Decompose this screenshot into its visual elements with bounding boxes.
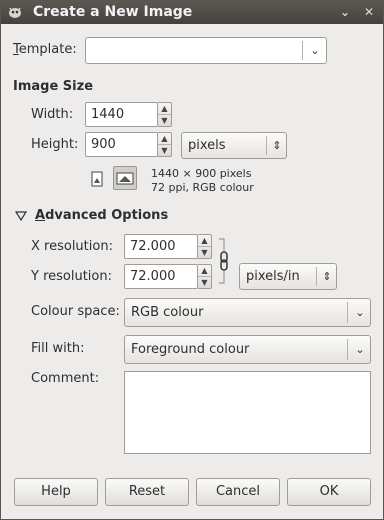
comment-label: Comment: xyxy=(31,371,100,386)
chevron-down-icon[interactable]: ⌄ xyxy=(350,336,370,363)
x-resolution-input[interactable] xyxy=(124,234,198,259)
fill-with-combo[interactable]: Foreground colour ⌄ xyxy=(124,335,371,364)
spin-up-icon[interactable]: ▲ xyxy=(158,133,171,145)
gimp-wilber-icon[interactable] xyxy=(7,5,23,19)
y-resolution-input[interactable] xyxy=(124,264,198,289)
template-combo[interactable]: ⌄ xyxy=(85,37,327,64)
spin-down-icon[interactable]: ▼ xyxy=(158,115,171,127)
spin-up-icon[interactable]: ▲ xyxy=(198,235,211,247)
template-label: Template: xyxy=(13,42,77,57)
y-resolution-label: Y resolution: xyxy=(31,269,112,284)
chevron-down-icon[interactable]: ⌄ xyxy=(337,4,353,20)
colour-space-combo[interactable]: RGB colour ⌄ xyxy=(124,298,371,327)
resolution-unit-combo[interactable]: pixels/in ⇕ xyxy=(239,263,337,290)
chevron-down-icon[interactable]: ⌄ xyxy=(305,38,325,63)
chain-link-button[interactable] xyxy=(217,237,231,285)
combo-separator xyxy=(302,41,303,60)
colour-space-label: Colour space: xyxy=(31,304,120,319)
advanced-options-heading: Advanced Options xyxy=(35,208,169,223)
reset-button[interactable]: Reset xyxy=(105,478,189,506)
updown-arrows-icon[interactable]: ⇕ xyxy=(317,264,337,289)
chain-link-icon xyxy=(219,238,228,284)
size-unit-value: pixels xyxy=(188,138,226,153)
resolution-unit-value: pixels/in xyxy=(246,269,300,284)
landscape-orientation-icon xyxy=(116,172,134,185)
spin-down-icon[interactable]: ▼ xyxy=(158,145,171,157)
image-size-heading: Image Size xyxy=(13,79,94,94)
help-button[interactable]: Help xyxy=(14,478,98,506)
chevron-down-icon[interactable]: ⌄ xyxy=(350,299,370,326)
triangle-down-icon[interactable] xyxy=(15,211,27,221)
advanced-heading-rest: dvanced Options xyxy=(45,208,169,223)
window-title: Create a New Image xyxy=(33,4,193,20)
combo-separator xyxy=(347,339,348,360)
comment-textarea[interactable] xyxy=(124,371,371,454)
landscape-button[interactable] xyxy=(113,166,137,190)
title-bar[interactable]: Create a New Image ⌄ ✕ xyxy=(1,1,383,24)
cancel-button[interactable]: Cancel xyxy=(196,478,280,506)
portrait-orientation-icon xyxy=(91,171,103,187)
x-resolution-label: X resolution: xyxy=(31,239,113,254)
close-icon[interactable]: ✕ xyxy=(361,4,377,20)
height-label: Height: xyxy=(31,137,79,152)
spin-up-icon[interactable]: ▲ xyxy=(198,265,211,277)
size-info-line2: 72 ppi, RGB colour xyxy=(151,181,254,194)
ok-button[interactable]: OK xyxy=(287,478,371,506)
size-unit-combo[interactable]: pixels ⇕ xyxy=(181,132,287,159)
fill-with-label: Fill with: xyxy=(31,341,85,356)
spin-up-icon[interactable]: ▲ xyxy=(158,103,171,115)
width-spinner[interactable]: ▲ ▼ xyxy=(158,102,172,127)
height-spinner[interactable]: ▲ ▼ xyxy=(158,132,172,157)
advanced-options-expander[interactable]: Advanced Options xyxy=(15,208,215,226)
width-label: Width: xyxy=(31,107,74,122)
portrait-button[interactable] xyxy=(87,169,107,189)
height-input[interactable] xyxy=(85,132,158,157)
width-input[interactable] xyxy=(85,102,158,127)
x-resolution-spinner[interactable]: ▲ ▼ xyxy=(198,234,212,259)
template-label-rest: emplate: xyxy=(18,42,77,57)
updown-arrows-icon[interactable]: ⇕ xyxy=(267,133,287,158)
spin-down-icon[interactable]: ▼ xyxy=(198,247,211,259)
dialog-window: Create a New Image ⌄ ✕ Template: ⌄ Image… xyxy=(0,0,384,520)
y-resolution-spinner[interactable]: ▲ ▼ xyxy=(198,264,212,289)
spin-down-icon[interactable]: ▼ xyxy=(198,277,211,289)
size-info-line1: 1440 × 900 pixels xyxy=(151,167,252,180)
combo-separator xyxy=(347,302,348,323)
fill-with-value: Foreground colour xyxy=(131,342,250,357)
colour-space-value: RGB colour xyxy=(131,305,204,320)
